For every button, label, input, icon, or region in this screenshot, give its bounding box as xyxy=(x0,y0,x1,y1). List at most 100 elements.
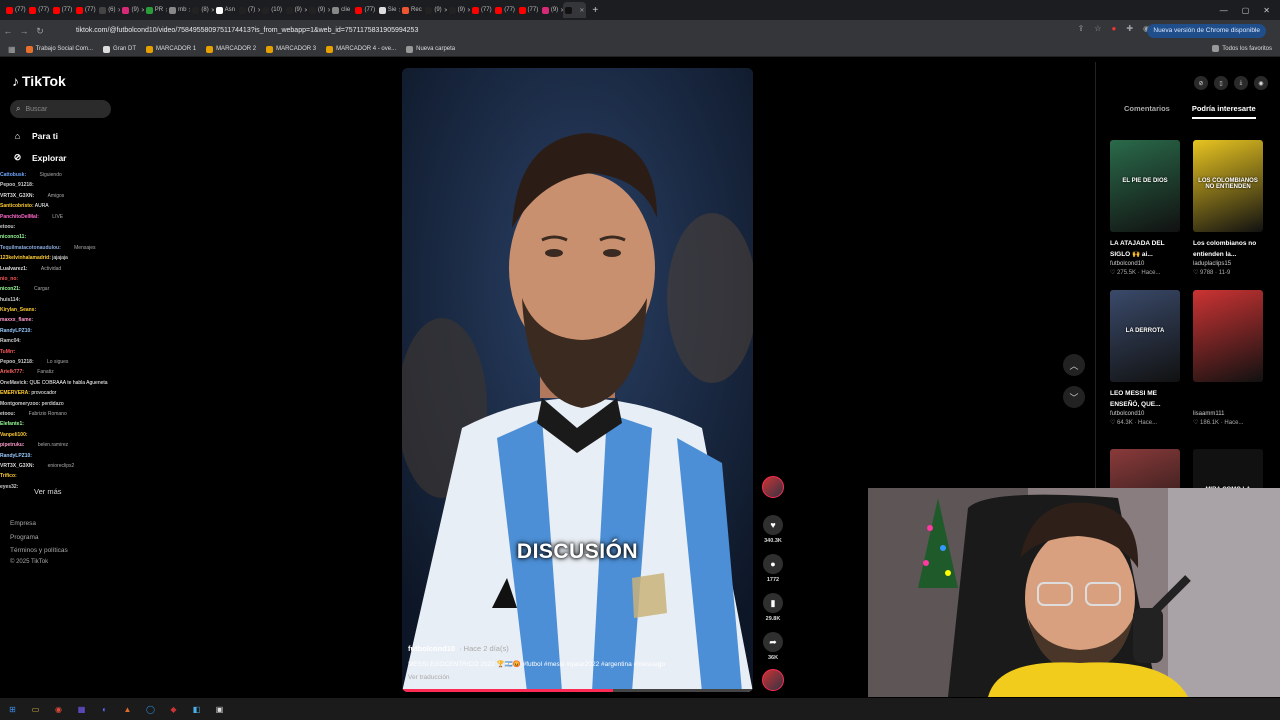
like-action[interactable]: ♥ 340.3K xyxy=(761,515,785,544)
close-tab-icon[interactable]: ✕ xyxy=(579,7,584,14)
back-icon[interactable]: ← xyxy=(0,26,16,36)
browser-tab[interactable]: (77)✕ xyxy=(517,2,540,18)
browser-tab[interactable]: (9) ✕ xyxy=(540,2,563,18)
install-icon[interactable]: ⇪ xyxy=(1078,24,1085,33)
comment-action[interactable]: ● 1772 xyxy=(761,554,785,583)
phone-icon[interactable]: ▯ xyxy=(1214,76,1228,90)
taskbar-explorer-icon[interactable]: ▭ xyxy=(29,703,42,716)
share-action[interactable]: ➦ 36K xyxy=(761,632,785,661)
video-author[interactable]: futbolcond10 · Hace 2 día(s) xyxy=(408,644,509,653)
bookmark-item[interactable]: MARCADOR 3 xyxy=(266,45,316,53)
browser-tab[interactable]: (6) ✕ xyxy=(97,2,120,18)
music-disc-icon[interactable] xyxy=(762,669,784,691)
browser-tab[interactable]: (77)✕ xyxy=(74,2,97,18)
nav-explorar[interactable]: ⊘ Explorar xyxy=(12,152,67,163)
suggested-video-card[interactable]: lisaamm111 ♡ 186.1K · Hace... xyxy=(1193,290,1263,426)
bookmark-item[interactable]: Trabajo Social Com... xyxy=(25,45,93,53)
browser-tab[interactable]: (77)✕ xyxy=(51,2,74,18)
video-thumbnail[interactable]: EL PIE DE DIOS xyxy=(1110,140,1180,232)
chrome-update-button[interactable]: Nueva versión de Chrome disponible xyxy=(1147,24,1266,38)
browser-tab[interactable]: (9) ✕ xyxy=(447,2,470,18)
bookmark-item[interactable]: MARCADOR 1 xyxy=(146,45,196,53)
browser-tab[interactable]: (7) ✕ xyxy=(237,2,260,18)
browser-tab[interactable]: (9) ✕ xyxy=(307,2,330,18)
new-tab-icon[interactable]: + xyxy=(592,5,598,16)
compass-icon[interactable]: ⊘ xyxy=(1194,76,1208,90)
footer-programa[interactable]: Programa xyxy=(10,534,39,541)
browser-tab[interactable]: (77)✕ xyxy=(27,2,50,18)
save-action[interactable]: ▮ 29.8K xyxy=(761,593,785,622)
video-player[interactable]: DISCUSIÓN futbolcond10 · Hace 2 día(s) ME… xyxy=(402,68,753,692)
card-author[interactable]: futbolcond10 xyxy=(1110,411,1180,417)
taskbar-app4-icon[interactable]: ◯ xyxy=(144,703,157,716)
video-thumbnail[interactable] xyxy=(1193,290,1263,382)
bookmark-item[interactable]: Gran DT xyxy=(103,45,136,53)
video-thumbnail[interactable]: LA DERROTA xyxy=(1110,290,1180,382)
download-icon[interactable]: ⤓ xyxy=(1234,76,1248,90)
card-author[interactable]: laduplaclips15 xyxy=(1193,261,1263,267)
browser-tab[interactable]: (8) ✕ xyxy=(190,2,214,18)
bookmark-item[interactable]: MARCADOR 2 xyxy=(206,45,256,53)
ver-mas-link[interactable]: Ver más xyxy=(34,487,62,496)
forward-icon[interactable]: → xyxy=(16,26,32,36)
card-author[interactable]: lisaamm111 xyxy=(1193,411,1263,417)
footer-terminos[interactable]: Términos y políticas xyxy=(10,547,68,554)
nav-para-ti[interactable]: ⌂ Para ti xyxy=(12,130,58,141)
share-icon[interactable]: ➦ xyxy=(763,632,783,652)
video-thumbnail[interactable]: LOS COLOMBIANOS NO ENTIENDEN xyxy=(1193,140,1263,232)
browser-tab[interactable]: PR✕ xyxy=(144,2,167,18)
taskbar-app3-icon[interactable]: ▲ xyxy=(121,703,134,716)
apps-icon[interactable]: ▦ xyxy=(8,45,16,54)
next-video-button[interactable]: ﹀ xyxy=(1063,386,1085,408)
browser-tab[interactable]: (77)✕ xyxy=(493,2,516,18)
suggested-video-card[interactable]: EL PIE DE DIOS LA ATAJADA DEL SIGLO 🙌 ai.… xyxy=(1110,140,1180,276)
search-input[interactable]: ⌕ Buscar xyxy=(10,100,111,118)
translate-link[interactable]: Ver traducción xyxy=(408,674,450,681)
puzzle-icon[interactable]: ✚ xyxy=(1126,24,1133,33)
card-author[interactable]: futbolcond10 xyxy=(1110,261,1180,267)
star-icon[interactable]: ☆ xyxy=(1094,24,1101,33)
taskbar-app6-icon[interactable]: ◧ xyxy=(190,703,203,716)
taskbar-app5-icon[interactable]: ◆ xyxy=(167,703,180,716)
browser-tab[interactable]: Asn✕ xyxy=(214,2,237,18)
maximize-icon[interactable]: ▢ xyxy=(1242,6,1250,15)
browser-tab[interactable]: (9) ✕ xyxy=(423,2,447,18)
suggested-video-card[interactable]: LOS COLOMBIANOS NO ENTIENDEN Los colombia… xyxy=(1193,140,1263,276)
taskbar-app7-icon[interactable]: ▣ xyxy=(213,703,226,716)
taskbar-app1-icon[interactable]: ▦ xyxy=(75,703,88,716)
browser-tab[interactable]: (9) ✕ xyxy=(284,2,307,18)
tab-comentarios[interactable]: Comentarios xyxy=(1124,104,1170,119)
browser-tab[interactable]: (77)✕ xyxy=(470,2,493,18)
extension-icon[interactable]: ● xyxy=(1111,24,1116,33)
bookmark-icon[interactable]: ▮ xyxy=(763,593,783,613)
bookmark-item[interactable]: Nueva carpeta xyxy=(406,45,455,53)
heart-icon[interactable]: ♥ xyxy=(763,515,783,535)
taskbar-app2-icon[interactable]: ◐ xyxy=(98,703,111,716)
url-field[interactable]: tiktok.com/@futbolcond10/video/758495580… xyxy=(68,23,1008,39)
browser-tab[interactable]: clie✕ xyxy=(330,2,353,18)
browser-tab[interactable]: (10)✕ xyxy=(260,2,283,18)
video-progress-bar[interactable] xyxy=(402,689,753,692)
browser-tab[interactable]: mb✕ xyxy=(167,2,190,18)
footer-empresa[interactable]: Empresa xyxy=(10,520,36,527)
author-avatar[interactable] xyxy=(761,476,785,498)
browser-tab[interactable]: (77)✕ xyxy=(353,2,376,18)
comment-icon[interactable]: ● xyxy=(763,554,783,574)
close-icon[interactable]: ✕ xyxy=(1263,6,1270,15)
browser-tab[interactable]: Sie✕ xyxy=(377,2,400,18)
suggested-video-card[interactable]: LA DERROTA LEO MESSI ME ENSEÑÓ, QUE... fut… xyxy=(1110,290,1180,426)
bookmark-item[interactable]: MARCADOR 4 - ove... xyxy=(326,45,396,53)
music-disc[interactable] xyxy=(761,669,785,691)
taskbar-windows-icon[interactable]: ⊞ xyxy=(6,703,19,716)
all-bookmarks[interactable]: Todos los favoritos xyxy=(1212,45,1272,52)
browser-tab[interactable]: Rec✕ xyxy=(400,2,423,18)
profile-icon[interactable]: ◉ xyxy=(1254,76,1268,90)
minimize-icon[interactable]: — xyxy=(1220,6,1228,15)
avatar[interactable] xyxy=(762,476,784,498)
browser-tab[interactable]: (9) ✕ xyxy=(120,2,144,18)
tiktok-logo[interactable]: ♪ TikTok xyxy=(12,73,66,89)
browser-tab[interactable]: (77)✕ xyxy=(4,2,27,18)
tab-podria-interesarte[interactable]: Podría interesarte xyxy=(1191,104,1256,119)
taskbar-chrome-icon[interactable]: ◉ xyxy=(52,703,65,716)
browser-tab[interactable]: ✕ xyxy=(563,2,587,18)
